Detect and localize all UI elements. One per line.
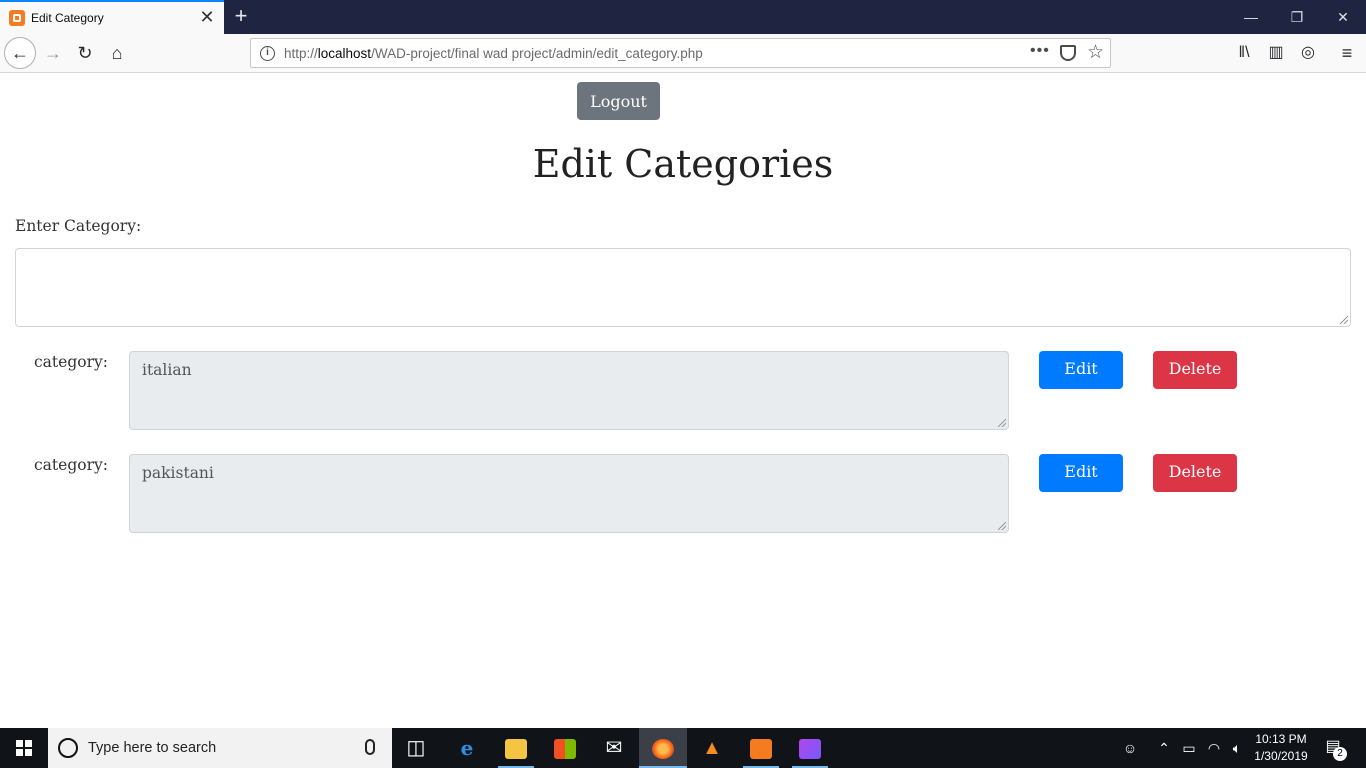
task-view-icon[interactable]: ◫: [392, 728, 440, 768]
home-icon[interactable]: ⌂: [102, 38, 132, 68]
logout-button[interactable]: Logout: [577, 82, 660, 120]
edit-button[interactable]: Edit: [1039, 351, 1123, 389]
volume-icon[interactable]: 🔈︎: [1228, 728, 1246, 768]
start-button[interactable]: [0, 728, 48, 768]
bookmark-star-icon[interactable]: ☆: [1087, 41, 1104, 64]
delete-button[interactable]: Delete: [1153, 454, 1237, 492]
pocket-icon[interactable]: [1060, 45, 1076, 61]
file-explorer-icon[interactable]: [492, 728, 540, 768]
window-minimize-button[interactable]: —: [1228, 0, 1274, 34]
wifi-icon[interactable]: ◠: [1205, 728, 1223, 768]
resize-handle-icon[interactable]: [998, 419, 1006, 427]
sidebar-icon[interactable]: ▥: [1266, 43, 1286, 63]
back-icon[interactable]: ←: [4, 37, 36, 69]
xampp-icon[interactable]: [737, 728, 785, 768]
microphone-icon[interactable]: [365, 739, 375, 755]
category-row: category: pakistani Edit Delete: [0, 454, 1366, 534]
xampp-favicon-icon: [9, 10, 25, 26]
show-hidden-icons-icon[interactable]: ⌃: [1156, 728, 1172, 768]
menu-icon[interactable]: ≡: [1337, 43, 1357, 63]
firefox-icon[interactable]: [639, 728, 687, 768]
edge-icon[interactable]: e: [443, 728, 491, 768]
notification-badge: 2: [1333, 747, 1347, 761]
info-icon[interactable]: i: [260, 46, 275, 61]
new-tab-button[interactable]: +: [230, 4, 252, 28]
tab-title: Edit Category: [31, 11, 104, 25]
library-icon[interactable]: ‖\: [1234, 43, 1254, 63]
page-title: Edit Categories: [532, 142, 834, 186]
enter-category-label: Enter Category:: [15, 217, 142, 235]
category-value-field[interactable]: pakistani: [129, 454, 1009, 533]
category-value-field[interactable]: italian: [129, 351, 1009, 430]
more-icon[interactable]: •••: [1030, 42, 1050, 60]
sync-icon[interactable]: ◎: [1298, 43, 1318, 63]
tab-close-icon[interactable]: ✕: [198, 8, 216, 26]
category-value: pakistani: [142, 464, 214, 482]
url-host: localhost: [317, 46, 372, 61]
phpstorm-icon[interactable]: [786, 728, 834, 768]
window-close-button[interactable]: ✕: [1320, 0, 1366, 34]
edit-button[interactable]: Edit: [1039, 454, 1123, 492]
enter-category-textarea[interactable]: [15, 248, 1351, 327]
vlc-icon[interactable]: ▲: [688, 728, 736, 768]
page-content: Logout Edit Categories Enter Category: c…: [0, 74, 1366, 728]
windows-logo-icon: [16, 740, 32, 756]
category-value: italian: [142, 361, 192, 379]
battery-icon[interactable]: ▭: [1180, 728, 1198, 768]
people-icon[interactable]: ☺: [1120, 728, 1140, 768]
url-prefix: http://: [284, 46, 318, 61]
cortana-icon: [58, 738, 78, 758]
browser-tab-strip: Edit Category ✕ + — ❐ ✕: [0, 0, 1366, 34]
category-row: category: italian Edit Delete: [0, 351, 1366, 431]
store-icon[interactable]: [541, 728, 589, 768]
window-restore-button[interactable]: ❐: [1274, 0, 1320, 34]
taskbar-clock[interactable]: 10:13 PM 1/30/2019: [1248, 731, 1314, 765]
resize-handle-icon[interactable]: [1340, 316, 1348, 324]
url-bar[interactable]: i http://localhost/WAD-project/final wad…: [250, 38, 1111, 68]
browser-navbar: ← → ↻ ⌂ i http://localhost/WAD-project/f…: [0, 34, 1366, 73]
windows-taskbar: Type here to search ◫ e ✉ ▲ ☺ ⌃ ▭ ◠ 🔈︎ 1…: [0, 728, 1366, 768]
clock-time: 10:13 PM: [1255, 732, 1307, 746]
forward-icon[interactable]: →: [38, 38, 68, 68]
search-placeholder: Type here to search: [88, 740, 217, 756]
category-label: category:: [34, 456, 108, 474]
url-text[interactable]: http://localhost/WAD-project/final wad p…: [284, 46, 703, 61]
resize-handle-icon[interactable]: [998, 522, 1006, 530]
tab-edit-category[interactable]: Edit Category ✕: [0, 0, 224, 34]
url-path: /WAD-project/final wad project/admin/edi…: [371, 46, 703, 61]
taskbar-search-box[interactable]: Type here to search: [48, 728, 392, 768]
reload-icon[interactable]: ↻: [70, 38, 100, 68]
category-label: category:: [34, 353, 108, 371]
clock-date: 1/30/2019: [1254, 749, 1308, 763]
delete-button[interactable]: Delete: [1153, 351, 1237, 389]
mail-icon[interactable]: ✉: [590, 728, 638, 768]
